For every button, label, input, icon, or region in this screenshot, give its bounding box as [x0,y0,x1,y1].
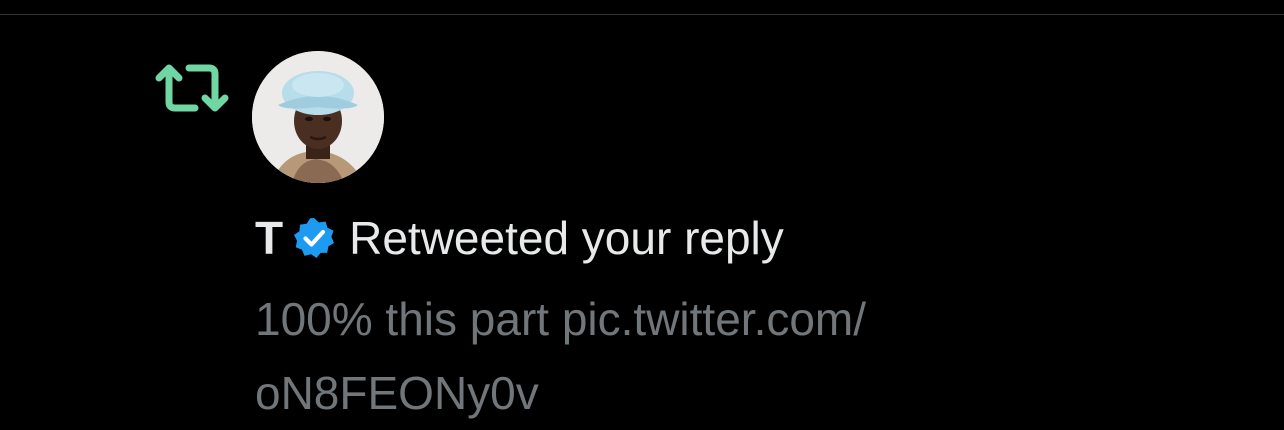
tweet-text: 100% this part pic.twitter.com/ oN8FEONy… [255,282,1055,430]
user-name[interactable]: T [255,211,283,265]
notification-item[interactable]: T Retweeted your reply 100% this part pi… [0,0,1284,427]
notification-headline: T Retweeted your reply [255,206,784,270]
tweet-text-line-1: 100% this part pic.twitter.com/ [255,293,867,345]
avatar[interactable] [252,51,384,183]
tweet-text-line-2: oN8FEONy0v [255,367,539,419]
retweet-icon [155,62,229,114]
notification-action-text: Retweeted your reply [349,212,784,264]
verified-badge-icon [293,217,335,259]
